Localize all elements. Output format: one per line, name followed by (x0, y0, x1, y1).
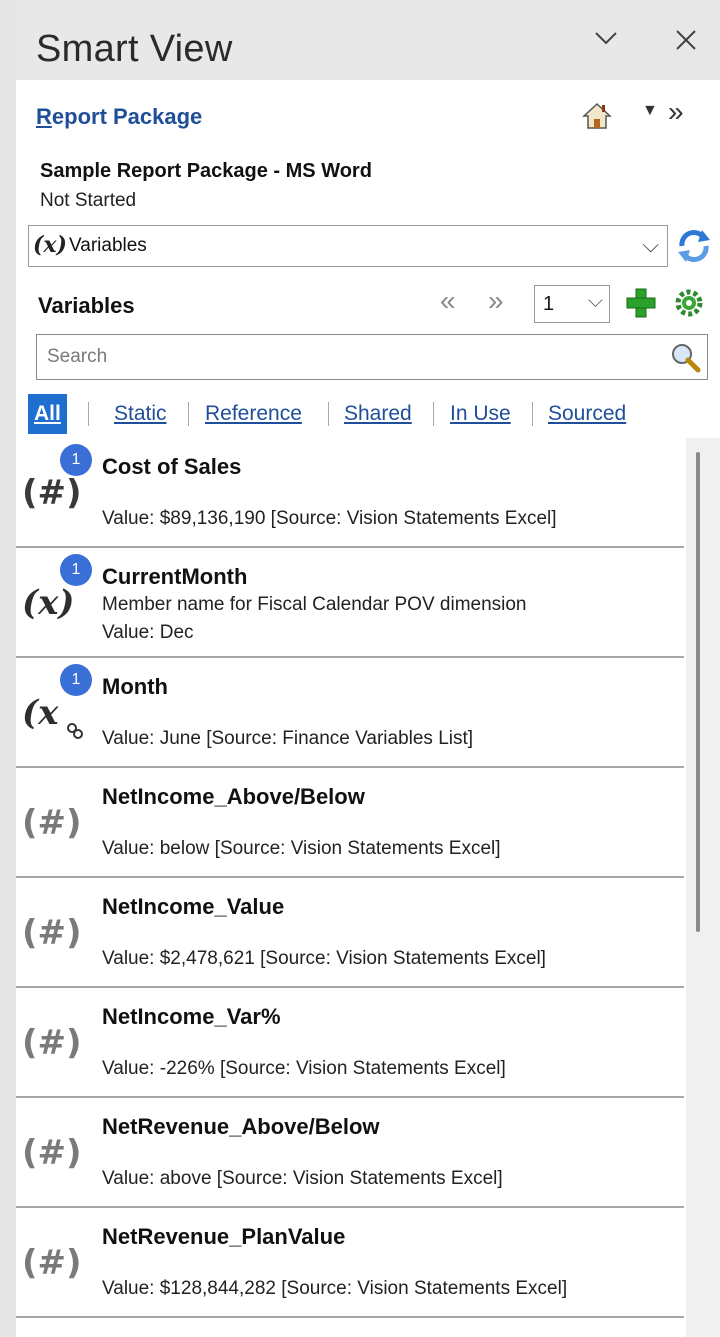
variable-value: Value: June [Source: Finance Variables L… (102, 728, 474, 749)
chevron-down-icon: ⌵ (587, 290, 603, 312)
variable-value: Value: $89,136,190 [Source: Vision State… (102, 508, 557, 529)
search-input[interactable] (47, 343, 647, 371)
list-item[interactable]: (#) NetIncome_Var% Value: -226% [Source:… (16, 988, 684, 1098)
pane-titlebar: Smart View (16, 0, 720, 80)
variable-value: Value: above [Source: Vision Statements … (102, 1168, 503, 1189)
divider (328, 402, 329, 426)
next-page-icon[interactable]: » (488, 285, 504, 317)
variable-x-icon: (x) (33, 232, 67, 258)
view-select-value: Variables (69, 235, 147, 256)
variable-name: NetIncome_Var% (102, 1004, 281, 1029)
hash-icon: (#) (20, 1012, 92, 1072)
pane-title: Smart View (36, 28, 233, 70)
double-chevron-right-icon[interactable]: » (668, 96, 684, 128)
variable-value: Value: $128,844,282 [Source: Vision Stat… (102, 1278, 568, 1299)
report-package-link[interactable]: Report Package (36, 104, 202, 130)
search-icon[interactable] (669, 341, 701, 373)
variable-name: Cost of Sales (102, 454, 242, 479)
scrollbar[interactable] (694, 452, 702, 932)
variable-name: NetIncome_Value (102, 894, 285, 919)
filter-shared[interactable]: Shared (338, 394, 418, 434)
refresh-icon[interactable] (674, 226, 714, 266)
list-item[interactable]: (#) NetRevenue_Above/Below Value: above … (16, 1098, 684, 1208)
filter-all[interactable]: All (28, 394, 67, 434)
variable-name: NetIncome_Above/Below (102, 784, 365, 809)
filter-sourced[interactable]: Sourced (542, 394, 632, 434)
filter-bar: All Static Reference Shared In Use Sourc… (28, 394, 718, 434)
package-name: Sample Report Package - MS Word (40, 160, 372, 182)
list-item[interactable]: (x) 1 CurrentMonth Member name for Fisca… (16, 548, 684, 658)
usage-count-badge: 1 (60, 444, 92, 476)
variable-value: Value: -226% [Source: Vision Statements … (102, 1058, 506, 1079)
variable-value: Value: $2,478,621 [Source: Vision Statem… (102, 948, 546, 969)
variable-name: CurrentMonth (102, 564, 248, 589)
hash-icon: (#) (20, 1122, 92, 1182)
filter-static[interactable]: Static (108, 394, 173, 434)
svg-text:(#): (#) (22, 1133, 82, 1173)
close-icon[interactable] (664, 22, 708, 66)
home-dropdown-arrow-icon[interactable]: ▼ (642, 102, 658, 120)
hash-icon: (#) (20, 792, 92, 852)
svg-text:(#): (#) (22, 803, 82, 843)
chevron-down-icon[interactable] (584, 22, 628, 66)
filter-reference[interactable]: Reference (199, 394, 308, 434)
variable-name: NetRevenue_Above/Below (102, 1114, 380, 1139)
filter-in-use[interactable]: In Use (444, 394, 517, 434)
variable-name: NetRevenue_PlanValue (102, 1224, 346, 1249)
svg-text:(x): (x) (22, 583, 74, 623)
search-field[interactable] (36, 334, 708, 380)
svg-text:(x: (x (22, 693, 59, 733)
list-item[interactable]: (#) NetIncome_Value Value: $2,478,621 [S… (16, 878, 684, 988)
gear-icon[interactable] (672, 286, 706, 320)
hash-icon: (#) (20, 1232, 92, 1292)
divider (188, 402, 189, 426)
scrollbar-thumb[interactable] (696, 452, 700, 932)
svg-text:(#): (#) (22, 913, 82, 953)
variables-list: (#) 1 Cost of Sales Value: $89,136,190 [… (16, 438, 720, 1337)
variable-description: Member name for Fiscal Calendar POV dime… (102, 594, 527, 615)
svg-text:(#): (#) (22, 473, 82, 513)
page-number-value: 1 (543, 293, 555, 315)
list-item[interactable]: (#) 1 Cost of Sales Value: $89,136,190 [… (16, 438, 684, 548)
list-item[interactable]: (#) NetRevenue_PlanValue Value: $128,844… (16, 1208, 684, 1318)
divider (88, 402, 89, 426)
variables-heading: Variables (38, 293, 135, 318)
add-variable-icon[interactable] (624, 286, 658, 320)
package-status: Not Started (40, 190, 137, 211)
usage-count-badge: 1 (60, 664, 92, 696)
scrollbar-track[interactable] (686, 438, 720, 1337)
svg-text:(#): (#) (22, 1243, 82, 1283)
variable-value: Value: below [Source: Vision Statements … (102, 838, 501, 859)
home-icon[interactable] (582, 102, 612, 130)
svg-text:(#): (#) (22, 1023, 82, 1063)
smart-view-panel: Report Package ▼ » Sample Report Package… (16, 80, 720, 1337)
list-item[interactable]: (#) NetIncome_Above/Below Value: below [… (16, 768, 684, 878)
view-select[interactable]: (x) Variables ⌵ (28, 225, 668, 267)
variable-name: Month (102, 674, 168, 699)
divider (532, 402, 533, 426)
chevron-down-icon: ⌵ (642, 232, 659, 257)
previous-page-icon[interactable]: « (440, 285, 456, 317)
hash-icon: (#) (20, 902, 92, 962)
page-number-select[interactable]: 1 ⌵ (534, 285, 610, 323)
variable-value: Value: Dec (102, 622, 194, 643)
list-item[interactable]: (x 1 Month Value: June [Source: Finance … (16, 658, 684, 768)
divider (433, 402, 434, 426)
usage-count-badge: 1 (60, 554, 92, 586)
